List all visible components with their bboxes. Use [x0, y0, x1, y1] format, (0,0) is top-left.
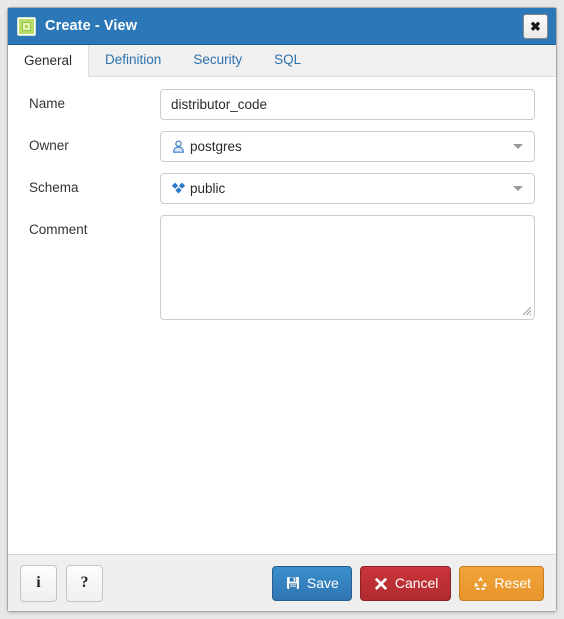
owner-select[interactable]: postgres — [160, 131, 535, 162]
owner-field-wrap: postgres — [160, 131, 535, 162]
comment-textarea[interactable] — [160, 215, 535, 320]
schema-row: Schema public — [29, 173, 535, 204]
x-mark-icon — [373, 575, 389, 591]
name-label: Name — [29, 96, 66, 111]
tab-strip: General Definition Security SQL — [8, 45, 556, 77]
save-label: Save — [306, 575, 339, 591]
owner-row: Owner postgres — [29, 131, 535, 162]
reset-button[interactable]: Reset — [459, 565, 544, 601]
help-icon[interactable]: ? — [66, 564, 103, 602]
dialog-title: Create - View — [45, 18, 138, 34]
cancel-button[interactable]: Cancel — [359, 565, 452, 601]
dialog-footer: i ? Save Cancel Reset — [8, 554, 556, 611]
tab-definition[interactable]: Definition — [89, 44, 177, 76]
chevron-down-icon[interactable] — [513, 144, 523, 149]
schema-label: Schema — [29, 180, 79, 195]
name-field-wrap — [160, 89, 535, 120]
owner-value: postgres — [190, 139, 242, 154]
floppy-disk-icon — [285, 575, 301, 591]
tab-security[interactable]: Security — [177, 44, 258, 76]
general-tab-panel: Name Owner postgres — [8, 77, 556, 554]
info-icon[interactable]: i — [20, 564, 57, 602]
cancel-label: Cancel — [394, 575, 439, 591]
schema-field-wrap: public — [160, 173, 535, 204]
user-icon — [170, 138, 187, 155]
schema-select[interactable]: public — [160, 173, 535, 204]
recycle-icon — [472, 575, 488, 591]
chevron-down-icon[interactable] — [513, 186, 523, 191]
comment-field-wrap — [160, 215, 535, 320]
tab-sql[interactable]: SQL — [258, 44, 317, 76]
schema-value: public — [190, 181, 226, 196]
create-view-dialog: Create - View ✖ General Definition Secur… — [7, 7, 557, 612]
owner-label: Owner — [29, 138, 69, 153]
comment-row: Comment — [29, 215, 535, 320]
name-input[interactable] — [160, 89, 535, 120]
save-button[interactable]: Save — [271, 565, 352, 601]
schema-icon — [170, 180, 187, 197]
comment-label: Comment — [29, 222, 88, 237]
tab-general[interactable]: General — [8, 45, 90, 77]
name-row: Name — [29, 89, 535, 120]
close-icon[interactable]: ✖ — [523, 13, 548, 39]
view-object-icon — [17, 16, 36, 36]
reset-label: Reset — [494, 575, 531, 591]
dialog-titlebar: Create - View ✖ — [8, 8, 556, 45]
